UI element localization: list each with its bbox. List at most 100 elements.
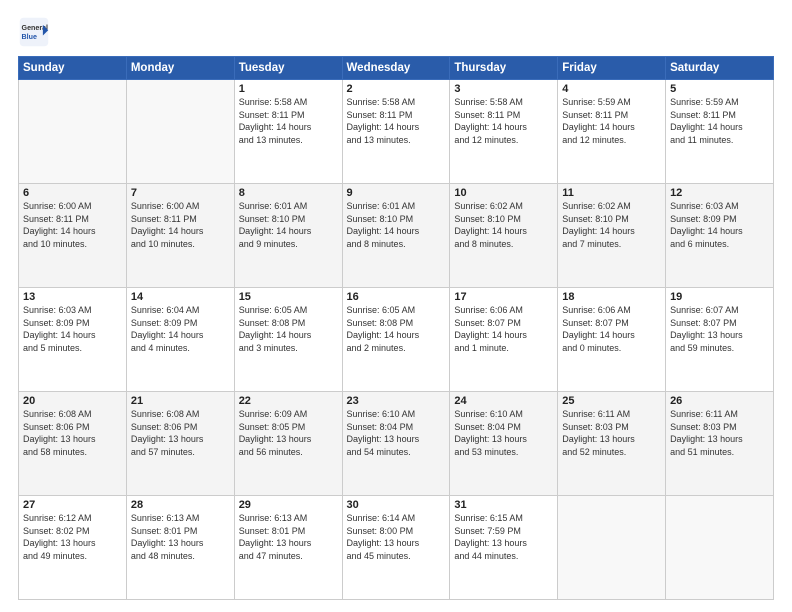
- calendar-cell: 18Sunrise: 6:06 AM Sunset: 8:07 PM Dayli…: [558, 288, 666, 392]
- day-number: 23: [347, 395, 446, 407]
- header: General Blue: [18, 16, 774, 48]
- calendar-cell: 21Sunrise: 6:08 AM Sunset: 8:06 PM Dayli…: [126, 392, 234, 496]
- day-info: Sunrise: 6:06 AM Sunset: 8:07 PM Dayligh…: [454, 304, 553, 354]
- calendar-cell: 3Sunrise: 5:58 AM Sunset: 8:11 PM Daylig…: [450, 80, 558, 184]
- day-number: 4: [562, 83, 661, 95]
- calendar-cell: 26Sunrise: 6:11 AM Sunset: 8:03 PM Dayli…: [666, 392, 774, 496]
- day-number: 14: [131, 291, 230, 303]
- day-number: 17: [454, 291, 553, 303]
- day-info: Sunrise: 6:03 AM Sunset: 8:09 PM Dayligh…: [23, 304, 122, 354]
- calendar-cell: 15Sunrise: 6:05 AM Sunset: 8:08 PM Dayli…: [234, 288, 342, 392]
- calendar-cell: 6Sunrise: 6:00 AM Sunset: 8:11 PM Daylig…: [19, 184, 127, 288]
- day-info: Sunrise: 6:13 AM Sunset: 8:01 PM Dayligh…: [131, 512, 230, 562]
- day-number: 2: [347, 83, 446, 95]
- calendar-cell: 7Sunrise: 6:00 AM Sunset: 8:11 PM Daylig…: [126, 184, 234, 288]
- day-info: Sunrise: 5:58 AM Sunset: 8:11 PM Dayligh…: [347, 96, 446, 146]
- day-info: Sunrise: 5:59 AM Sunset: 8:11 PM Dayligh…: [562, 96, 661, 146]
- calendar-cell: 13Sunrise: 6:03 AM Sunset: 8:09 PM Dayli…: [19, 288, 127, 392]
- calendar-cell: 23Sunrise: 6:10 AM Sunset: 8:04 PM Dayli…: [342, 392, 450, 496]
- day-number: 15: [239, 291, 338, 303]
- logo-icon: General Blue: [18, 16, 50, 48]
- calendar-cell: 20Sunrise: 6:08 AM Sunset: 8:06 PM Dayli…: [19, 392, 127, 496]
- day-number: 27: [23, 499, 122, 511]
- day-number: 25: [562, 395, 661, 407]
- day-number: 8: [239, 187, 338, 199]
- calendar-cell: 1Sunrise: 5:58 AM Sunset: 8:11 PM Daylig…: [234, 80, 342, 184]
- day-info: Sunrise: 6:04 AM Sunset: 8:09 PM Dayligh…: [131, 304, 230, 354]
- day-info: Sunrise: 6:15 AM Sunset: 7:59 PM Dayligh…: [454, 512, 553, 562]
- day-number: 19: [670, 291, 769, 303]
- calendar-cell: 11Sunrise: 6:02 AM Sunset: 8:10 PM Dayli…: [558, 184, 666, 288]
- day-info: Sunrise: 6:01 AM Sunset: 8:10 PM Dayligh…: [239, 200, 338, 250]
- day-number: 30: [347, 499, 446, 511]
- day-number: 31: [454, 499, 553, 511]
- calendar-cell: 28Sunrise: 6:13 AM Sunset: 8:01 PM Dayli…: [126, 496, 234, 600]
- day-number: 1: [239, 83, 338, 95]
- weekday-header: Wednesday: [342, 57, 450, 80]
- calendar-week-row: 6Sunrise: 6:00 AM Sunset: 8:11 PM Daylig…: [19, 184, 774, 288]
- day-info: Sunrise: 6:08 AM Sunset: 8:06 PM Dayligh…: [131, 408, 230, 458]
- calendar-cell: 8Sunrise: 6:01 AM Sunset: 8:10 PM Daylig…: [234, 184, 342, 288]
- day-number: 28: [131, 499, 230, 511]
- calendar-cell: 27Sunrise: 6:12 AM Sunset: 8:02 PM Dayli…: [19, 496, 127, 600]
- day-info: Sunrise: 6:06 AM Sunset: 8:07 PM Dayligh…: [562, 304, 661, 354]
- day-number: 9: [347, 187, 446, 199]
- logo: General Blue: [18, 16, 50, 48]
- calendar-cell: 25Sunrise: 6:11 AM Sunset: 8:03 PM Dayli…: [558, 392, 666, 496]
- day-info: Sunrise: 6:05 AM Sunset: 8:08 PM Dayligh…: [239, 304, 338, 354]
- day-number: 3: [454, 83, 553, 95]
- svg-text:Blue: Blue: [22, 33, 37, 41]
- calendar-cell: 12Sunrise: 6:03 AM Sunset: 8:09 PM Dayli…: [666, 184, 774, 288]
- calendar-cell: [19, 80, 127, 184]
- calendar-cell: 22Sunrise: 6:09 AM Sunset: 8:05 PM Dayli…: [234, 392, 342, 496]
- day-info: Sunrise: 6:14 AM Sunset: 8:00 PM Dayligh…: [347, 512, 446, 562]
- calendar-cell: 5Sunrise: 5:59 AM Sunset: 8:11 PM Daylig…: [666, 80, 774, 184]
- calendar-cell: 9Sunrise: 6:01 AM Sunset: 8:10 PM Daylig…: [342, 184, 450, 288]
- calendar-cell: 19Sunrise: 6:07 AM Sunset: 8:07 PM Dayli…: [666, 288, 774, 392]
- day-info: Sunrise: 6:02 AM Sunset: 8:10 PM Dayligh…: [454, 200, 553, 250]
- day-info: Sunrise: 5:59 AM Sunset: 8:11 PM Dayligh…: [670, 96, 769, 146]
- calendar-cell: 16Sunrise: 6:05 AM Sunset: 8:08 PM Dayli…: [342, 288, 450, 392]
- page: General Blue SundayMondayTuesdayWednesda…: [0, 0, 792, 612]
- day-number: 11: [562, 187, 661, 199]
- calendar-table: SundayMondayTuesdayWednesdayThursdayFrid…: [18, 56, 774, 600]
- calendar-cell: 30Sunrise: 6:14 AM Sunset: 8:00 PM Dayli…: [342, 496, 450, 600]
- day-number: 22: [239, 395, 338, 407]
- calendar-cell: 17Sunrise: 6:06 AM Sunset: 8:07 PM Dayli…: [450, 288, 558, 392]
- day-number: 29: [239, 499, 338, 511]
- day-info: Sunrise: 6:12 AM Sunset: 8:02 PM Dayligh…: [23, 512, 122, 562]
- day-number: 21: [131, 395, 230, 407]
- day-info: Sunrise: 6:01 AM Sunset: 8:10 PM Dayligh…: [347, 200, 446, 250]
- day-info: Sunrise: 6:09 AM Sunset: 8:05 PM Dayligh…: [239, 408, 338, 458]
- day-info: Sunrise: 6:03 AM Sunset: 8:09 PM Dayligh…: [670, 200, 769, 250]
- calendar-cell: 24Sunrise: 6:10 AM Sunset: 8:04 PM Dayli…: [450, 392, 558, 496]
- weekday-header: Tuesday: [234, 57, 342, 80]
- day-info: Sunrise: 6:11 AM Sunset: 8:03 PM Dayligh…: [562, 408, 661, 458]
- weekday-header: Friday: [558, 57, 666, 80]
- calendar-cell: [666, 496, 774, 600]
- day-info: Sunrise: 6:13 AM Sunset: 8:01 PM Dayligh…: [239, 512, 338, 562]
- calendar-week-row: 20Sunrise: 6:08 AM Sunset: 8:06 PM Dayli…: [19, 392, 774, 496]
- calendar-cell: 29Sunrise: 6:13 AM Sunset: 8:01 PM Dayli…: [234, 496, 342, 600]
- calendar-cell: [126, 80, 234, 184]
- day-number: 26: [670, 395, 769, 407]
- calendar-cell: 4Sunrise: 5:59 AM Sunset: 8:11 PM Daylig…: [558, 80, 666, 184]
- day-info: Sunrise: 6:10 AM Sunset: 8:04 PM Dayligh…: [454, 408, 553, 458]
- day-info: Sunrise: 6:00 AM Sunset: 8:11 PM Dayligh…: [23, 200, 122, 250]
- day-info: Sunrise: 6:10 AM Sunset: 8:04 PM Dayligh…: [347, 408, 446, 458]
- day-info: Sunrise: 6:07 AM Sunset: 8:07 PM Dayligh…: [670, 304, 769, 354]
- day-number: 16: [347, 291, 446, 303]
- day-number: 7: [131, 187, 230, 199]
- day-info: Sunrise: 6:11 AM Sunset: 8:03 PM Dayligh…: [670, 408, 769, 458]
- weekday-header: Monday: [126, 57, 234, 80]
- calendar-week-row: 1 Sunrise: 5:58 AM Sunset: 8:11 PM Daylig…: [19, 80, 774, 184]
- day-number: 13: [23, 291, 122, 303]
- day-number: 10: [454, 187, 553, 199]
- day-info: Sunrise: 6:02 AM Sunset: 8:10 PM Dayligh…: [562, 200, 661, 250]
- weekday-header: Sunday: [19, 57, 127, 80]
- day-number: 5: [670, 83, 769, 95]
- day-info: Sunrise: 5:58 AM Sunset: 8:11 PM Dayligh…: [454, 96, 553, 146]
- calendar-week-row: 13Sunrise: 6:03 AM Sunset: 8:09 PM Dayli…: [19, 288, 774, 392]
- weekday-header: Saturday: [666, 57, 774, 80]
- day-info: Sunrise: 6:00 AM Sunset: 8:11 PM Dayligh…: [131, 200, 230, 250]
